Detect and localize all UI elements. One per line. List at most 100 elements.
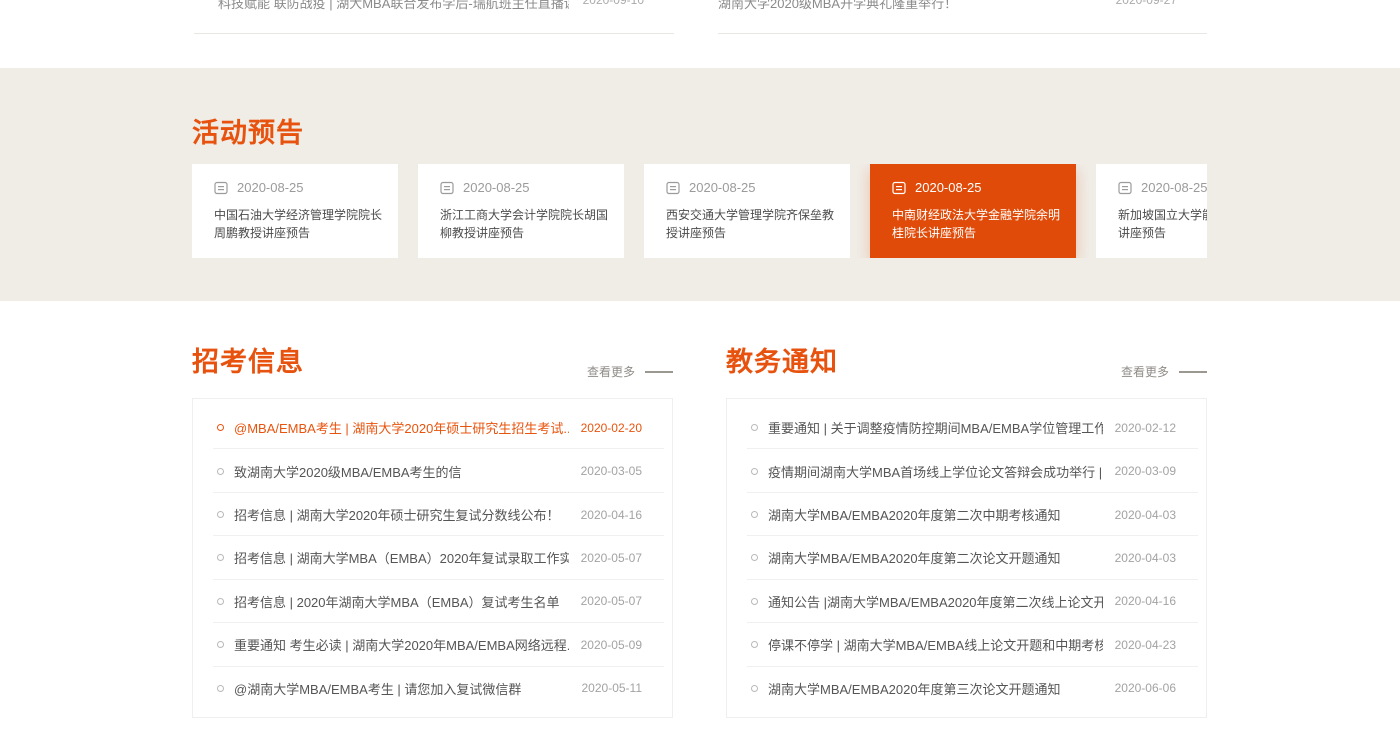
bullet-circle-icon <box>217 554 224 561</box>
item-title: 招考信息 | 湖南大学2020年硕士研究生复试分数线公布！ <box>234 505 569 524</box>
card-title: 西安交通大学管理学院齐保垒教 授讲座预告 <box>666 206 840 242</box>
event-card[interactable]: 2020-08-25 西安交通大学管理学院齐保垒教 授讲座预告 <box>644 164 850 258</box>
card-title: 中国石油大学经济管理学院院长 周鹏教授讲座预告 <box>214 206 388 242</box>
news-item[interactable]: 科技赋能 联防战疫 | 湖大MBA联合发布学后-瑞航班主任直播课 2020-09… <box>194 0 674 12</box>
item-title: 湖南大学MBA/EMBA2020年度第二次中期考核通知 <box>768 505 1103 524</box>
list-item[interactable]: 湖南大学MBA/EMBA2020年度第二次中期考核通知 2020-04-03 <box>727 493 1206 536</box>
bullet-circle-icon <box>217 641 224 648</box>
item-date: 2020-03-05 <box>581 464 642 478</box>
admissions-list: @MBA/EMBA考生 | 湖南大学2020年硕士研究生招生考试... 2020… <box>192 398 673 718</box>
bullet-circle-icon <box>217 468 224 475</box>
list-item[interactable]: @湖南大学MBA/EMBA考生 | 请您加入复试微信群 2020-05-11 <box>193 667 672 710</box>
item-title: 停课不停学 | 湖南大学MBA/EMBA线上论文开题和中期考核... <box>768 635 1103 654</box>
item-date: 2020-04-03 <box>1115 508 1176 522</box>
news-item[interactable]: 湖南大学2020级MBA开学典礼隆重举行！ 2020-09-27 <box>718 0 1207 12</box>
news-date: 2020-09-10 <box>583 0 674 7</box>
list-item[interactable]: 通知公告 |湖南大学MBA/EMBA2020年度第二次线上论文开... 2020… <box>727 580 1206 623</box>
bullet-circle-icon <box>751 598 758 605</box>
item-title: 重要通知 考生必读 | 湖南大学2020年MBA/EMBA网络远程... <box>234 635 569 654</box>
academic-list: 重要通知 | 关于调整疫情防控期间MBA/EMBA学位管理工作... 2020-… <box>726 398 1207 718</box>
bullet-circle-icon <box>751 641 758 648</box>
more-label: 查看更多 <box>1121 363 1169 380</box>
event-cards-row: 2020-08-25 中国石油大学经济管理学院院长 周鹏教授讲座预告 2020-… <box>192 164 1207 258</box>
admissions-more-link[interactable]: 查看更多 <box>587 363 673 380</box>
top-news-right-column: 湖南大学2020级MBA开学典礼隆重举行！ 2020-09-27 <box>718 0 1207 34</box>
list-item[interactable]: 停课不停学 | 湖南大学MBA/EMBA线上论文开题和中期考核... 2020-… <box>727 623 1206 666</box>
events-heading: 活动预告 <box>192 111 304 150</box>
item-date: 2020-03-09 <box>1115 464 1176 478</box>
card-date: 2020-08-25 <box>1141 180 1207 195</box>
item-date: 2020-06-06 <box>1115 681 1176 695</box>
item-title: 致湖南大学2020级MBA/EMBA考生的信 <box>234 462 569 481</box>
bullet-circle-icon <box>217 424 224 431</box>
item-date: 2020-05-11 <box>582 681 643 695</box>
list-item[interactable]: 重要通知 考生必读 | 湖南大学2020年MBA/EMBA网络远程... 202… <box>193 623 672 666</box>
bullet-circle-icon <box>751 554 758 561</box>
bullet-circle-icon <box>217 511 224 518</box>
item-title: 湖南大学MBA/EMBA2020年度第二次论文开题通知 <box>768 548 1103 567</box>
list-item[interactable]: @MBA/EMBA考生 | 湖南大学2020年硕士研究生招生考试... 2020… <box>193 406 672 449</box>
event-card-active[interactable]: 2020-08-25 中南财经政法大学金融学院余明 桂院长讲座预告 <box>870 164 1076 258</box>
card-date: 2020-08-25 <box>237 180 304 195</box>
item-title: 招考信息 | 2020年湖南大学MBA（EMBA）复试考生名单 <box>234 592 569 611</box>
event-card[interactable]: 2020-08-25 新加坡国立大学能源专家 讲座预告 <box>1096 164 1207 258</box>
events-section: 活动预告 查看更多 2020-08-25 中国石油大学经济管理学院院长 周鹏教授… <box>0 68 1400 301</box>
admissions-heading: 招考信息 <box>192 340 304 379</box>
card-title: 浙江工商大学会计学院院长胡国 柳教授讲座预告 <box>440 206 614 242</box>
calendar-note-icon <box>1118 181 1132 195</box>
list-item[interactable]: 湖南大学MBA/EMBA2020年度第二次论文开题通知 2020-04-03 <box>727 536 1206 579</box>
list-item[interactable]: 招考信息 | 湖南大学2020年硕士研究生复试分数线公布！ 2020-04-16 <box>193 493 672 536</box>
list-item[interactable]: 招考信息 | 湖南大学MBA（EMBA）2020年复试录取工作实... 2020… <box>193 536 672 579</box>
event-card[interactable]: 2020-08-25 浙江工商大学会计学院院长胡国 柳教授讲座预告 <box>418 164 624 258</box>
news-date: 2020-09-27 <box>1116 0 1207 7</box>
item-title: 疫情期间湖南大学MBA首场线上学位论文答辩会成功举行 | ... <box>768 462 1103 481</box>
list-item[interactable]: 重要通知 | 关于调整疫情防控期间MBA/EMBA学位管理工作... 2020-… <box>727 406 1206 449</box>
top-news-left-column: 科技赋能 联防战疫 | 湖大MBA联合发布学后-瑞航班主任直播课 2020-09… <box>194 0 674 34</box>
item-title: @MBA/EMBA考生 | 湖南大学2020年硕士研究生招生考试... <box>234 418 569 437</box>
card-date-row: 2020-08-25 <box>666 180 840 195</box>
item-date: 2020-05-07 <box>581 594 642 608</box>
item-date: 2020-05-07 <box>581 551 642 565</box>
list-item[interactable]: 疫情期间湖南大学MBA首场线上学位论文答辩会成功举行 | ... 2020-03… <box>727 449 1206 492</box>
bullet-circle-icon <box>217 598 224 605</box>
card-title: 中南财经政法大学金融学院余明 桂院长讲座预告 <box>892 206 1066 242</box>
top-news-strip: 科技赋能 联防战疫 | 湖大MBA联合发布学后-瑞航班主任直播课 2020-09… <box>0 0 1400 68</box>
item-date: 2020-02-12 <box>1115 421 1176 435</box>
card-title: 新加坡国立大学能源专家 讲座预告 <box>1118 206 1207 242</box>
bullet-circle-icon <box>217 685 224 692</box>
item-date: 2020-04-03 <box>1115 551 1176 565</box>
event-card[interactable]: 2020-08-25 中国石油大学经济管理学院院长 周鹏教授讲座预告 <box>192 164 398 258</box>
bullet-circle-icon <box>751 511 758 518</box>
calendar-note-icon <box>440 181 454 195</box>
card-date-row: 2020-08-25 <box>892 180 1066 195</box>
card-date: 2020-08-25 <box>463 180 530 195</box>
item-title: 通知公告 |湖南大学MBA/EMBA2020年度第二次线上论文开... <box>768 592 1103 611</box>
item-title: 招考信息 | 湖南大学MBA（EMBA）2020年复试录取工作实... <box>234 548 569 567</box>
list-item[interactable]: 致湖南大学2020级MBA/EMBA考生的信 2020-03-05 <box>193 449 672 492</box>
news-title: 湖南大学2020级MBA开学典礼隆重举行！ <box>718 0 1102 12</box>
dash-icon <box>645 371 673 373</box>
card-date-row: 2020-08-25 <box>1118 180 1207 195</box>
lower-panels: 招考信息 查看更多 @MBA/EMBA考生 | 湖南大学2020年硕士研究生招生… <box>192 301 1207 729</box>
calendar-note-icon <box>666 181 680 195</box>
academic-more-link[interactable]: 查看更多 <box>1121 363 1207 380</box>
item-date: 2020-04-16 <box>1115 594 1176 608</box>
card-date: 2020-08-25 <box>915 180 982 195</box>
item-date: 2020-04-23 <box>1115 638 1176 652</box>
card-date: 2020-08-25 <box>689 180 756 195</box>
dash-icon <box>1179 371 1207 373</box>
item-title: @湖南大学MBA/EMBA考生 | 请您加入复试微信群 <box>234 679 570 698</box>
item-date: 2020-05-09 <box>581 638 642 652</box>
card-date-row: 2020-08-25 <box>214 180 388 195</box>
admissions-panel: 招考信息 查看更多 @MBA/EMBA考生 | 湖南大学2020年硕士研究生招生… <box>192 301 673 729</box>
list-item[interactable]: 招考信息 | 2020年湖南大学MBA（EMBA）复试考生名单 2020-05-… <box>193 580 672 623</box>
list-item[interactable]: 湖南大学MBA/EMBA2020年度第三次论文开题通知 2020-06-06 <box>727 667 1206 710</box>
news-title: 科技赋能 联防战疫 | 湖大MBA联合发布学后-瑞航班主任直播课 <box>218 0 569 12</box>
academic-heading: 教务通知 <box>726 340 838 379</box>
item-title: 湖南大学MBA/EMBA2020年度第三次论文开题通知 <box>768 679 1103 698</box>
bullet-circle-icon <box>751 685 758 692</box>
bullet-circle-icon <box>751 468 758 475</box>
calendar-note-icon <box>214 181 228 195</box>
calendar-note-icon <box>892 181 906 195</box>
item-date: 2020-04-16 <box>581 508 642 522</box>
